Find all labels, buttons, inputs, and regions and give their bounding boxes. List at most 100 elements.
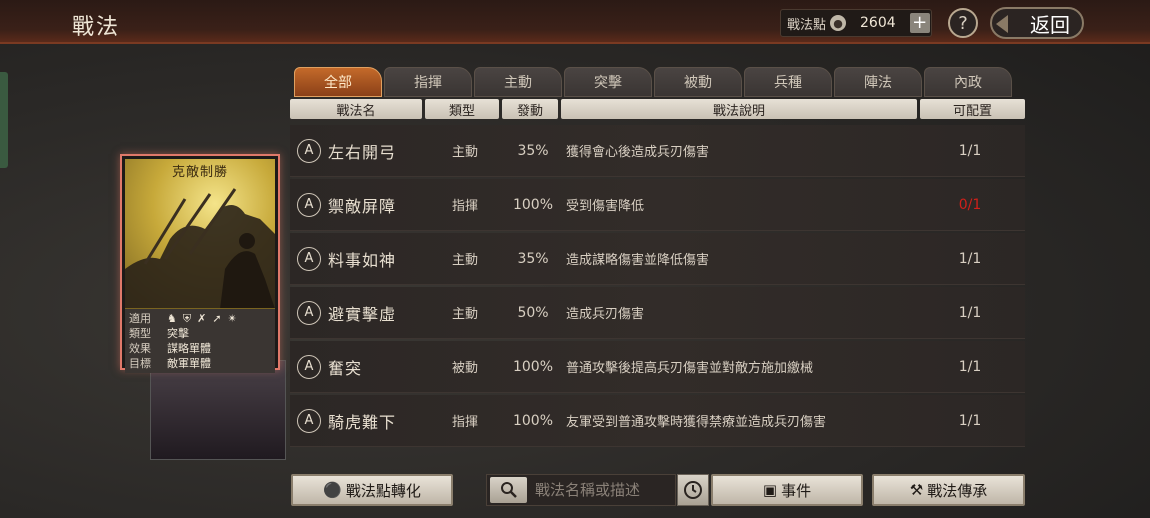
tab-passive[interactable]: 被動	[654, 67, 742, 97]
card-effect-value: 謀略單體	[167, 342, 211, 355]
tactic-slots: 1/1	[958, 304, 982, 321]
tactic-inherit-label: 戰法傳承	[927, 481, 988, 500]
tab-command[interactable]: 指揮	[384, 67, 472, 97]
table-row[interactable]: A 避實擊虛 主動 50% 造成兵刃傷害 1/1	[290, 287, 1025, 339]
tab-all[interactable]: 全部	[294, 67, 382, 97]
back-arrow-icon	[996, 15, 1008, 33]
page-title: 戰法	[72, 15, 121, 40]
tactics-table: A 左右開弓 主動 35% 獲得會心後造成兵刃傷害 1/1 A 禦敵屏障 指揮 …	[290, 125, 1025, 460]
grade-badge: A	[297, 246, 321, 271]
column-header-rate[interactable]: 發動	[502, 99, 558, 119]
tactic-description: 受到傷害降低	[566, 199, 645, 214]
add-points-button[interactable]: +	[909, 13, 930, 33]
points-label: 戰法點	[787, 17, 827, 33]
table-header: 戰法名 類型 發動 戰法說明 可配置	[290, 99, 1025, 119]
tactic-inherit-button[interactable]: ⚒ 戰法傳承	[872, 474, 1025, 506]
grade-badge: A	[297, 354, 321, 379]
tactic-slots: 1/1	[958, 142, 982, 159]
search-icon[interactable]	[490, 477, 527, 503]
card-target-row: 目標 敵軍單體	[129, 356, 271, 371]
tactic-points-display: 戰法點 ● 2604 +	[780, 9, 932, 37]
tab-troop-type[interactable]: 兵種	[744, 67, 832, 97]
shield-icon: ⛨	[182, 312, 192, 325]
tab-assault[interactable]: 突擊	[564, 67, 652, 97]
event-book-icon: ▣	[762, 481, 778, 499]
column-header-slots[interactable]: 可配置	[920, 99, 1025, 119]
tactic-rate: 100%	[512, 358, 554, 375]
flame-icon: ⚫	[323, 481, 342, 499]
card-effect-label: 效果	[129, 342, 151, 355]
help-button[interactable]: ?	[948, 8, 978, 38]
grade-badge: A	[297, 300, 321, 325]
tactic-rate: 50%	[517, 304, 549, 321]
card-target-label: 目標	[129, 357, 151, 370]
history-clock-button[interactable]	[677, 474, 709, 506]
tactic-description: 普通攻擊後提高兵刃傷害並對敵方施加繳械	[566, 361, 814, 376]
tactic-name: 左右開弓	[328, 142, 397, 162]
hammer-icon: ⚒	[909, 481, 924, 499]
convert-points-label: 戰法點轉化	[345, 481, 421, 500]
grade-badge: A	[297, 192, 321, 217]
card-type-value: 突擊	[167, 327, 189, 340]
tab-active[interactable]: 主動	[474, 67, 562, 97]
tactic-card[interactable]: 克敵制勝 適用 ♞ ⛨ ✗ ➚ ✴ 類型 突擊 效果 謀略單體 目標 敵軍單體	[120, 154, 280, 373]
card-target-value: 敵軍單體	[167, 357, 211, 370]
tactic-card-info: 適用 ♞ ⛨ ✗ ➚ ✴ 類型 突擊 效果 謀略單體 目標 敵軍單體	[125, 309, 275, 373]
tactic-slots: 1/1	[958, 412, 982, 429]
column-header-type[interactable]: 類型	[425, 99, 499, 119]
grade-badge: A	[297, 138, 321, 163]
table-row[interactable]: A 奮突 被動 100% 普通攻擊後提高兵刃傷害並對敵方施加繳械 1/1	[290, 341, 1025, 393]
card-stack-back	[150, 360, 286, 460]
tactic-type: 主動	[451, 307, 478, 322]
tab-formation[interactable]: 陣法	[834, 67, 922, 97]
back-button[interactable]: 返回	[990, 7, 1084, 39]
tactic-description: 友軍受到普通攻擊時獲得禁療並造成兵刃傷害	[566, 415, 827, 430]
column-header-description: 戰法說明	[561, 99, 917, 119]
tactic-description: 獲得會心後造成兵刃傷害	[566, 145, 710, 160]
card-type-row: 類型 突擊	[129, 326, 271, 341]
event-label: 事件	[781, 481, 812, 500]
convert-points-button[interactable]: ⚫ 戰法點轉化	[291, 474, 453, 506]
grade-badge: A	[297, 408, 321, 433]
table-row[interactable]: A 騎虎難下 指揮 100% 友軍受到普通攻擊時獲得禁療並造成兵刃傷害 1/1	[290, 395, 1025, 447]
card-applies-label: 適用	[129, 312, 151, 325]
cavalry-silhouette-icon	[125, 188, 275, 308]
tactic-name: 料事如神	[328, 250, 397, 270]
tactic-name: 騎虎難下	[328, 412, 397, 432]
points-value: 2604	[860, 15, 896, 31]
side-drawer-handle[interactable]	[0, 72, 8, 168]
table-row[interactable]: A 左右開弓 主動 35% 獲得會心後造成兵刃傷害 1/1	[290, 125, 1025, 177]
search-box	[486, 474, 676, 506]
tactic-type: 指揮	[451, 415, 478, 430]
clock-icon	[684, 481, 702, 499]
tab-domestic[interactable]: 內政	[924, 67, 1012, 97]
table-row[interactable]: A 禦敵屏障 指揮 100% 受到傷害降低 0/1	[290, 179, 1025, 231]
card-applies-row: 適用 ♞ ⛨ ✗ ➚ ✴	[129, 311, 271, 326]
event-button[interactable]: ▣ 事件	[711, 474, 863, 506]
spear-icon: ➚	[212, 312, 222, 325]
tactic-name: 奮突	[328, 358, 363, 378]
tactic-description: 造成兵刃傷害	[566, 307, 645, 322]
tactic-type: 主動	[451, 145, 478, 160]
tactic-name: 禦敵屏障	[328, 196, 397, 216]
tactic-slots: 1/1	[958, 250, 982, 267]
tactic-card-name: 克敵制勝	[171, 165, 228, 180]
search-input[interactable]	[535, 481, 675, 499]
tactic-rate: 100%	[512, 412, 554, 429]
siege-icon: ✴	[227, 312, 237, 325]
tactic-type: 指揮	[451, 199, 478, 214]
card-effect-row: 效果 謀略單體	[129, 341, 271, 356]
tactic-card-art: 克敵制勝	[125, 159, 275, 309]
tactic-rate: 35%	[517, 250, 549, 267]
cavalry-icon: ♞	[167, 312, 177, 325]
bow-icon: ✗	[197, 312, 207, 325]
column-header-name[interactable]: 戰法名	[290, 99, 422, 119]
top-bar: 戰法 戰法點 ● 2604 + ? 返回	[0, 0, 1150, 44]
back-label: 返回	[1030, 12, 1070, 37]
tactic-slots: 1/1	[958, 358, 982, 375]
tactic-name: 避實擊虛	[328, 304, 397, 324]
tactic-type: 被動	[451, 361, 478, 376]
table-row[interactable]: A 料事如神 主動 35% 造成謀略傷害並降低傷害 1/1	[290, 233, 1025, 285]
flame-coin-icon: ●	[830, 15, 847, 31]
card-type-label: 類型	[129, 327, 151, 340]
